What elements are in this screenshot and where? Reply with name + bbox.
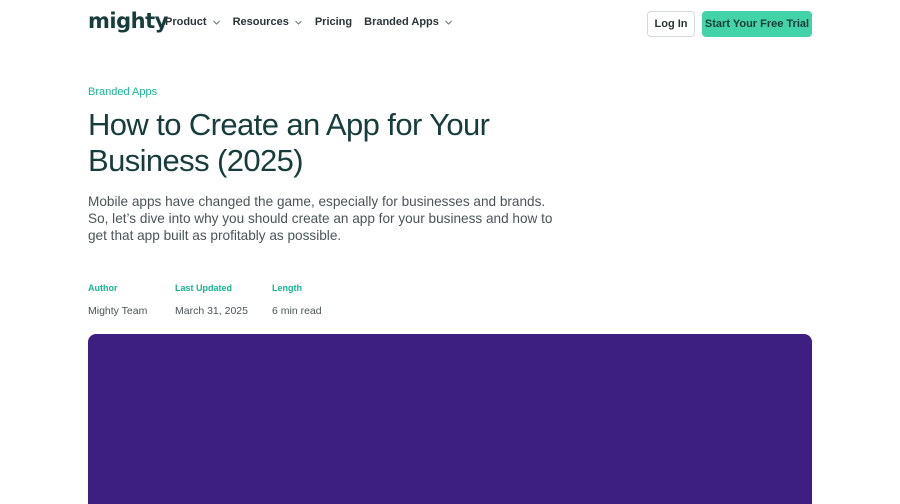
nav-item-pricing[interactable]: Pricing xyxy=(315,16,352,28)
meta-last-updated: Last Updated March 31, 2025 xyxy=(175,283,248,317)
nav-item-product[interactable]: Product xyxy=(165,16,221,28)
meta-value: March 31, 2025 xyxy=(175,305,248,317)
mighty-logo[interactable]: mighty xyxy=(88,9,168,33)
meta-length: Length 6 min read xyxy=(272,283,322,317)
meta-label: Last Updated xyxy=(175,283,233,293)
top-navigation: mighty Product Resources Pricing Branded… xyxy=(0,0,900,48)
article-title: How to Create an App for Your Business (… xyxy=(88,107,490,178)
chevron-down-icon xyxy=(294,18,303,27)
chevron-down-icon xyxy=(444,18,453,27)
meta-value: 6 min read xyxy=(272,305,322,317)
nav-item-label: Resources xyxy=(232,16,289,28)
meta-label: Author xyxy=(88,283,118,293)
article-intro: Mobile apps have changed the game, espec… xyxy=(88,194,553,243)
nav-item-label: Product xyxy=(165,16,207,28)
nav-item-branded-apps[interactable]: Branded Apps xyxy=(364,16,453,28)
nav-item-label: Pricing xyxy=(314,16,353,28)
hero-image xyxy=(88,334,812,504)
log-in-button[interactable]: Log In xyxy=(647,11,695,37)
start-free-trial-button[interactable]: Start Your Free Trial xyxy=(702,11,812,37)
article-category-link[interactable]: Branded Apps xyxy=(88,86,157,98)
meta-author: Author Mighty Team xyxy=(88,283,147,317)
meta-label: Length xyxy=(272,283,302,293)
main-nav: Product Resources Pricing Branded Apps xyxy=(165,16,465,28)
meta-value: Mighty Team xyxy=(88,305,148,317)
nav-item-resources[interactable]: Resources xyxy=(233,16,303,28)
nav-item-label: Branded Apps xyxy=(364,16,439,28)
chevron-down-icon xyxy=(212,18,221,27)
